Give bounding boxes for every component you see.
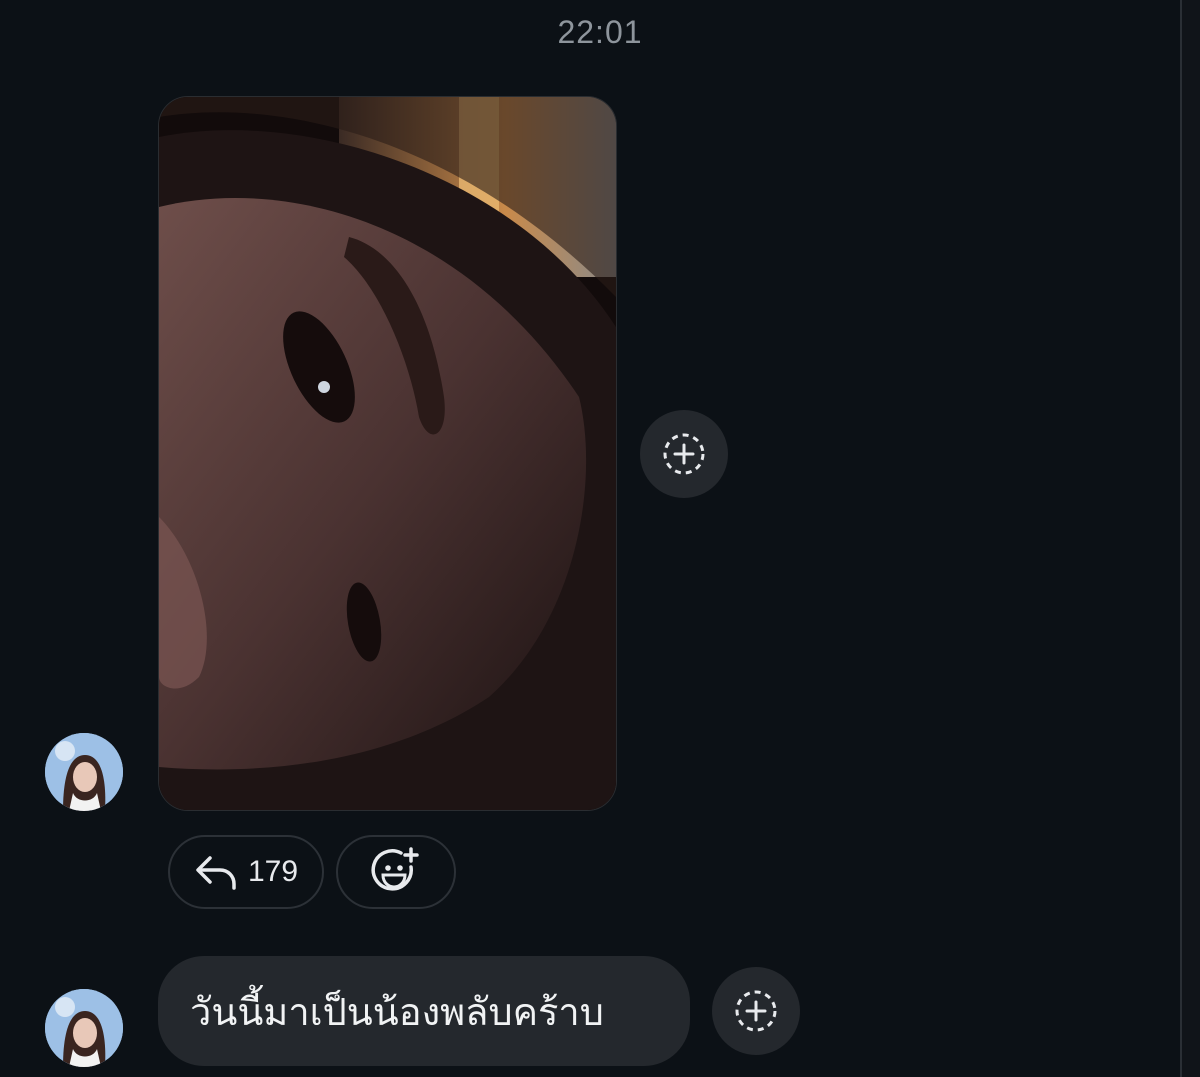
- text-message-bubble[interactable]: วันนี้มาเป็นน้องพลับคร้าบ: [158, 956, 690, 1066]
- add-emoji-button[interactable]: [336, 835, 456, 909]
- add-reaction-button[interactable]: [640, 410, 728, 498]
- photo-message[interactable]: [158, 96, 617, 811]
- reply-count: 179: [247, 855, 299, 888]
- reply-arrow-icon: [196, 856, 236, 890]
- avatar-image: [45, 989, 123, 1067]
- add-emoji-icon: [371, 847, 419, 891]
- reply-button[interactable]: 179: [168, 835, 324, 909]
- message-timestamp: 22:01: [557, 14, 643, 50]
- add-reaction-icon: [735, 990, 777, 1032]
- message-text: วันนี้มาเป็นน้องพลับคร้าบ: [190, 989, 604, 1034]
- photo-image: [159, 97, 616, 810]
- avatar-image: [45, 733, 123, 811]
- scrollbar-edge[interactable]: [1180, 0, 1200, 1077]
- avatar[interactable]: [45, 733, 123, 811]
- add-reaction-button[interactable]: [712, 967, 800, 1055]
- add-reaction-icon: [663, 433, 705, 475]
- chat-screen: 22:01 179 วันนี้มาเป็นน้องพลับคร้าบ: [0, 0, 1200, 1077]
- avatar[interactable]: [45, 989, 123, 1067]
